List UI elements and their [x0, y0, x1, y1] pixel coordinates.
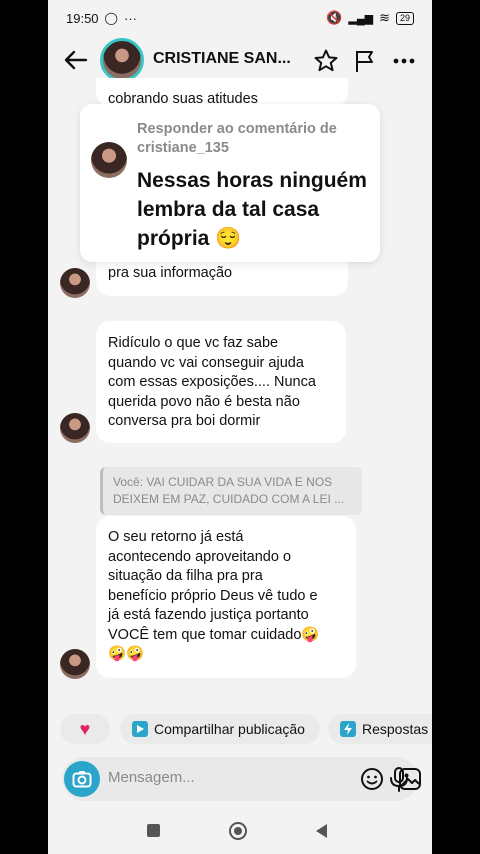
replies-icon	[340, 721, 356, 737]
share-post-icon	[132, 721, 148, 737]
home-button[interactable]	[229, 822, 247, 840]
camera-icon	[72, 771, 92, 788]
sender-avatar[interactable]	[60, 413, 90, 443]
reply-comment-card[interactable]: Responder ao comentário de cristiane_135…	[80, 104, 380, 262]
message-line: VOCÊ tem que tomar cuidado🤪	[108, 626, 320, 643]
message-line: já está fazendo justiça portanto	[108, 607, 309, 623]
message-bubble-partial-top: cobrando suas atitudes	[96, 78, 348, 106]
replies-label: Respostas	[362, 721, 429, 737]
back-nav-icon[interactable]	[314, 823, 328, 839]
message-text: pra sua informação	[108, 265, 233, 281]
message-line: 🤪🤪	[108, 646, 145, 662]
heart-icon: ♥	[79, 718, 91, 739]
signal-icon: ▂▄▆	[348, 12, 374, 25]
flag-icon[interactable]	[352, 48, 378, 74]
share-post-button[interactable]: Compartilhar publicação	[120, 714, 320, 744]
back-arrow-icon[interactable]	[62, 46, 90, 74]
mute-icon: 🔇	[326, 10, 343, 25]
message-composer	[62, 757, 421, 801]
page-title[interactable]: CRISTIANE SAN...	[153, 50, 291, 68]
message-bubble[interactable]: Ridículo o que vc faz sabe quando vc vai…	[96, 321, 346, 443]
message-line: O seu retorno já está	[108, 529, 244, 545]
more-options-icon[interactable]	[391, 48, 417, 74]
sender-avatar[interactable]	[60, 268, 90, 298]
quoted-message[interactable]: Você: VAI CUIDAR DA SUA VIDA E NOS DEIXE…	[100, 467, 362, 515]
system-nav-bar	[48, 808, 432, 854]
share-post-label: Compartilhar publicação	[154, 721, 305, 737]
message-line: acontecendo aproveitando o	[108, 548, 292, 565]
reply-label: Responder ao comentário de cristiane_135	[137, 121, 337, 156]
message-line: conversa pra boi dormir	[108, 413, 261, 429]
microphone-icon[interactable]	[388, 766, 410, 792]
message-line: Ridículo o que vc faz sabe	[108, 335, 279, 351]
recent-apps-button[interactable]	[147, 824, 160, 837]
star-icon[interactable]	[313, 48, 339, 74]
battery-indicator: 29	[395, 11, 414, 25]
message-input[interactable]	[108, 769, 258, 786]
screen: 19:50 ◯ ··· 🔇 ▂▄▆ ≋ 29 CRISTIANE SAN... …	[48, 0, 432, 854]
profile-avatar[interactable]	[100, 38, 144, 82]
sticker-icon[interactable]	[359, 766, 385, 792]
status-time: 19:50	[66, 10, 99, 26]
heart-reaction-button[interactable]: ♥	[60, 714, 110, 744]
message-line: quando vc vai conseguir ajuda	[108, 354, 304, 371]
status-bar: 19:50 ◯ ··· 🔇 ▂▄▆ ≋ 29	[48, 0, 432, 36]
message-line: situação da filha pra pra	[108, 568, 263, 584]
more-notifications-icon: ···	[123, 10, 137, 26]
sender-avatar[interactable]	[60, 649, 90, 679]
wifi-icon: ≋	[379, 10, 390, 25]
message-line: benefício próprio Deus vê tudo e	[108, 587, 318, 604]
camera-button[interactable]	[64, 761, 100, 797]
message-line: querida povo não é besta não	[108, 393, 300, 410]
reply-comment-text: Nessas horas ninguém lembra da tal casa …	[137, 169, 367, 250]
message-line: com essas exposições.... Nunca	[108, 374, 316, 390]
commenter-avatar	[91, 142, 127, 178]
message-bubble[interactable]: O seu retorno já está acontecendo aprove…	[96, 516, 356, 678]
whatsapp-icon: ◯	[104, 11, 118, 25]
replies-button[interactable]: Respostas	[328, 714, 432, 744]
